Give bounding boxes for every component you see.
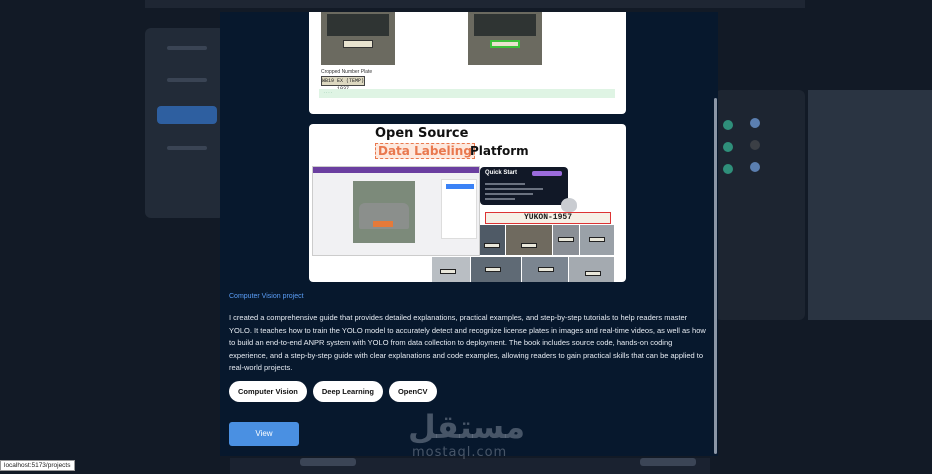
background-sidebar-item <box>167 146 207 150</box>
car-tile <box>432 257 470 282</box>
project-type: Computer Vision project <box>229 293 304 300</box>
car-tile <box>580 225 614 255</box>
banner-title: Open Source <box>375 126 469 141</box>
quick-start-title: Quick Start <box>485 170 518 176</box>
tag-computer-vision[interactable]: Computer Vision <box>229 381 307 402</box>
plate-banner: YUKON-1957 <box>485 212 611 224</box>
owl-mascot-icon <box>561 198 577 212</box>
background-dot <box>723 120 733 130</box>
cropped-plate-image: WB19 EX (TEMP) 1037 <box>321 76 365 92</box>
background-right-panel <box>715 90 805 320</box>
quick-start-tag <box>532 171 562 176</box>
watermark-latin: mostaql.com <box>412 445 508 460</box>
view-button[interactable]: View <box>229 422 299 446</box>
labeling-app-preview <box>312 166 480 256</box>
car-image-original <box>321 12 395 65</box>
background-dot <box>723 164 733 174</box>
banner-highlight: Data Labeling <box>375 143 475 159</box>
background-footer-button <box>300 458 356 466</box>
status-bar-url: localhost:5173/projects <box>0 460 75 471</box>
car-tile <box>522 257 568 282</box>
ocr-result-bar: .... <box>319 89 615 98</box>
background-sidebar <box>145 28 225 218</box>
car-image-detected <box>468 12 542 65</box>
banner-title-rest: Platform <box>470 144 529 158</box>
background-dot <box>723 142 733 152</box>
background-topbar <box>145 0 805 8</box>
modal-scrollbar[interactable] <box>714 98 717 454</box>
project-modal: Cropped Number Plate WB19 EX (TEMP) 1037… <box>220 12 718 456</box>
car-tile <box>506 225 552 255</box>
car-tile <box>480 225 505 255</box>
background-far-right-panel <box>750 90 932 320</box>
car-tile <box>553 225 579 255</box>
quick-start-card: Quick Start <box>480 167 568 205</box>
background-dot <box>750 162 760 172</box>
tag-list: Computer Vision Deep Learning OpenCV <box>229 381 437 402</box>
background-sidebar-item <box>167 78 207 82</box>
background-dot <box>750 140 760 150</box>
background-footer-button <box>640 458 696 466</box>
cropped-plate-label: Cropped Number Plate <box>321 69 373 75</box>
tag-opencv[interactable]: OpenCV <box>388 381 437 402</box>
background-sidebar-item <box>167 46 207 50</box>
labels-panel <box>441 179 477 239</box>
project-screenshot-anpr: Cropped Number Plate WB19 EX (TEMP) 1037… <box>309 12 626 114</box>
watermark-arabic: مستقل <box>408 408 526 446</box>
project-description: I created a comprehensive guide that pro… <box>229 313 706 372</box>
mostaql-watermark: مستقل mostaql.com <box>408 408 526 460</box>
tag-deep-learning[interactable]: Deep Learning <box>312 381 383 402</box>
background-dot <box>750 118 760 128</box>
car-photo <box>353 181 415 243</box>
background-sidebar-active-item <box>157 106 217 124</box>
project-screenshot-labeling: Open Source Data Labeling Platform Quick… <box>309 124 626 282</box>
car-tile <box>569 257 614 282</box>
car-tile <box>471 257 521 282</box>
